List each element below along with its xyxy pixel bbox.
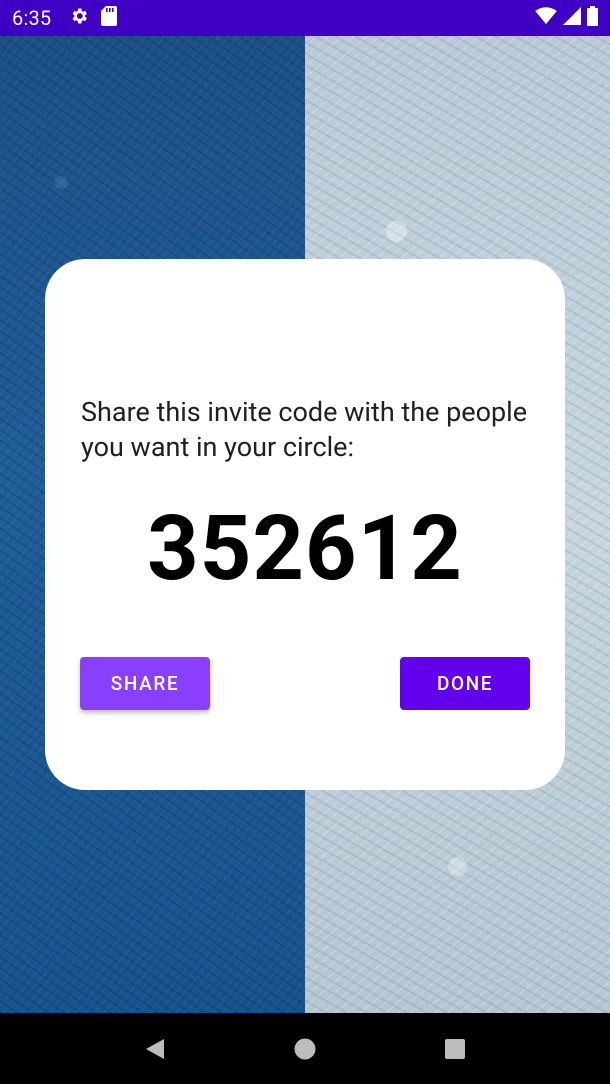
navigation-bar: [0, 1013, 610, 1084]
home-button[interactable]: [285, 1029, 325, 1069]
invite-code-dialog: Share this invite code with the people y…: [45, 259, 565, 790]
status-left-icons: [69, 6, 118, 30]
share-button[interactable]: SHARE: [80, 657, 210, 710]
settings-icon: [69, 6, 89, 30]
status-time: 6:35: [12, 6, 52, 30]
sd-card-icon: [101, 6, 118, 30]
status-right-icons: [535, 6, 598, 30]
invite-code: 352612: [147, 496, 463, 601]
battery-icon: [587, 6, 598, 30]
wifi-icon: [535, 7, 557, 29]
status-bar: 6:35: [0, 0, 610, 36]
home-icon: [294, 1038, 316, 1059]
recents-button[interactable]: [435, 1029, 475, 1069]
dialog-message: Share this invite code with the people y…: [81, 396, 528, 463]
recents-icon: [445, 1038, 465, 1059]
back-icon: [146, 1038, 164, 1059]
done-button[interactable]: DONE: [400, 657, 530, 710]
back-button[interactable]: [135, 1029, 175, 1069]
signal-icon: [563, 7, 581, 29]
